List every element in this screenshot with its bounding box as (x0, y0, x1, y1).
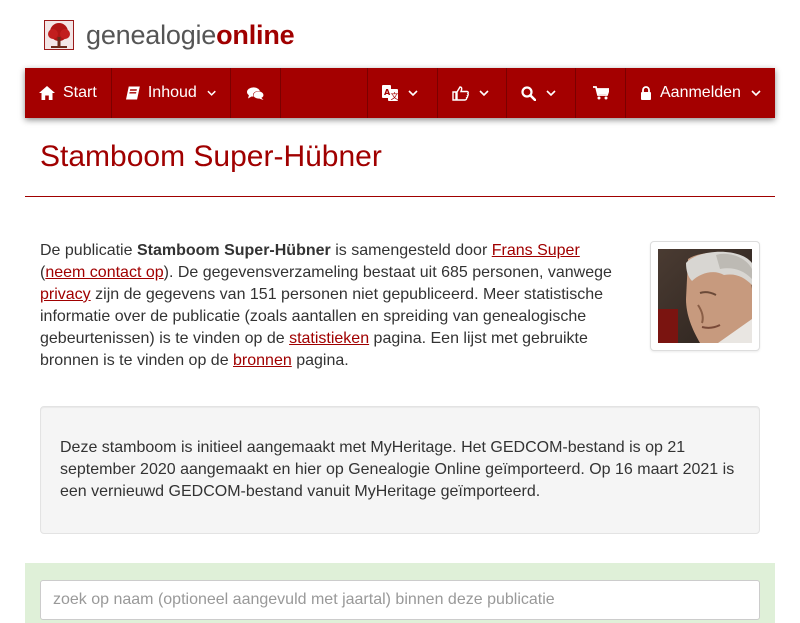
logo-accent: online (216, 19, 295, 50)
chevron-down-icon (408, 89, 418, 96)
nav-start[interactable]: Start (25, 68, 112, 118)
chevron-down-icon (751, 89, 761, 96)
nav-start-label: Start (63, 84, 97, 101)
search-panel (25, 563, 775, 623)
family-tree-icon (44, 20, 74, 50)
nav-search[interactable] (507, 68, 576, 118)
cart-icon (592, 86, 609, 100)
intro-text: pagina. (291, 352, 349, 369)
nav-login-label: Aanmelden (660, 84, 741, 101)
thumbs-up-icon (452, 85, 469, 101)
intro-text: ). De gegevensverzameling bestaat uit 68… (163, 264, 612, 281)
author-link[interactable]: Frans Super (492, 242, 580, 259)
chevron-down-icon (479, 89, 489, 96)
chevron-down-icon (207, 90, 216, 96)
author-photo (658, 249, 752, 343)
comments-icon (247, 86, 264, 100)
author-photo-frame[interactable] (650, 241, 760, 351)
nav-cart[interactable] (576, 68, 626, 118)
site-logo[interactable]: genealogieonline (44, 18, 295, 52)
page-title: Stamboom Super-Hübner (40, 140, 382, 173)
title-divider (25, 196, 775, 197)
nav-inhoud[interactable]: Inhoud (112, 68, 231, 118)
chevron-down-icon (546, 89, 556, 96)
import-info-text: Deze stamboom is initieel aangemaakt met… (60, 439, 735, 500)
publication-name: Stamboom Super-Hübner (136, 242, 331, 259)
contact-link[interactable]: neem contact op (45, 264, 163, 281)
search-icon (521, 85, 536, 101)
main-navbar: Start Inhoud A文 Aanmelden (25, 68, 775, 118)
home-icon (39, 86, 55, 100)
nav-comments[interactable] (231, 68, 281, 118)
intro-text: is samengesteld door (330, 242, 492, 259)
nav-spacer (281, 68, 368, 118)
import-info-box: Deze stamboom is initieel aangemaakt met… (40, 406, 760, 534)
intro-text: De publicatie (40, 242, 137, 259)
search-input[interactable] (40, 580, 760, 620)
nav-inhoud-label: Inhoud (147, 84, 197, 101)
publication-intro: De publicatie Stamboom Super-Hübner is s… (40, 240, 630, 372)
nav-like[interactable] (438, 68, 507, 118)
nav-language[interactable]: A文 (368, 68, 438, 118)
lock-icon (641, 86, 651, 100)
svg-text:文: 文 (391, 91, 399, 101)
logo-prefix: genealogie (86, 19, 217, 50)
logo-text: genealogieonline (86, 19, 295, 51)
nav-login[interactable]: Aanmelden (626, 68, 775, 118)
sources-link[interactable]: bronnen (233, 352, 292, 369)
book-icon (126, 86, 140, 100)
privacy-link[interactable]: privacy (40, 286, 91, 303)
statistics-link[interactable]: statistieken (289, 330, 369, 347)
language-icon: A文 (382, 85, 398, 101)
